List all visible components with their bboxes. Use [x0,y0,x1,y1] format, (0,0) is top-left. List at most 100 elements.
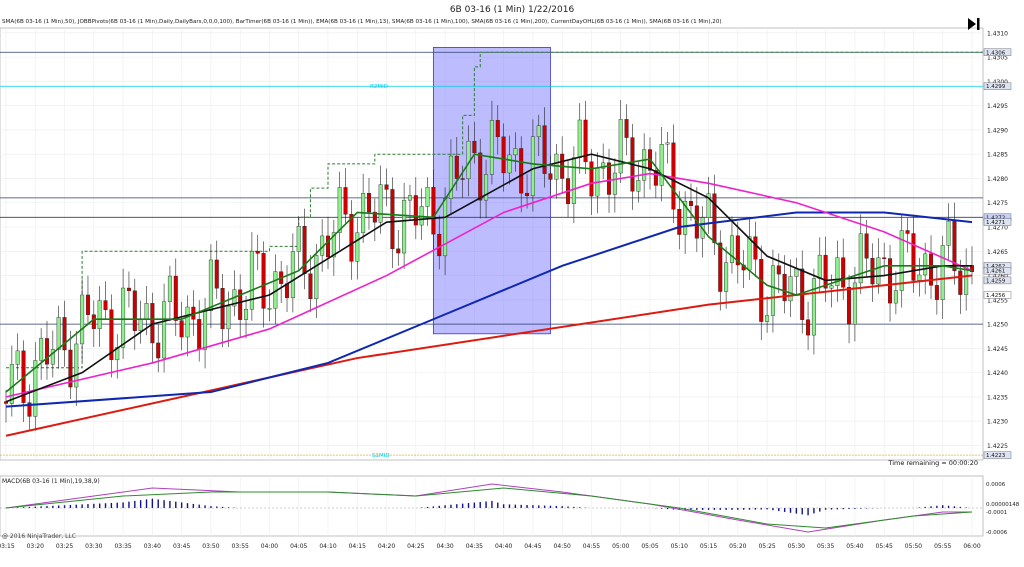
candle-up [208,259,213,311]
candle-down [589,161,594,197]
x-tick-label: 04:30 [436,543,453,550]
candle-up [817,254,822,279]
candle-up [513,148,518,156]
candle-down [197,319,202,350]
candle-down [126,287,131,291]
candle-up [138,319,143,331]
candle-up [636,180,641,192]
candle-up [39,338,44,361]
price-label-close: 1.4256 [986,293,1006,299]
candle-down [882,257,887,259]
candle-up [893,290,898,304]
candle-up [665,142,670,145]
candle-up [765,315,770,322]
y-tick-label: 1.4310 [987,30,1008,37]
candle-up [407,195,412,201]
pivot-label: R2MID [370,84,388,90]
macd-title: MACD(6B 03-16 (1 Min),19,38,9) [2,478,100,485]
candle-up [185,306,190,338]
candle-down [390,189,395,250]
candle-up [794,268,799,277]
candle-down [261,253,266,309]
price-label-ema13: 1.4261 [986,269,1005,275]
candle-up [876,257,881,285]
candle-up [121,287,126,348]
price-label-low: 1.4223 [986,453,1006,459]
x-tick-label: 03:35 [114,543,131,550]
candle-down [460,178,465,180]
price-chart[interactable]: R2MID S1MID 1.4225 1.4230 1.4235 1.4240 1.424… [0,0,1024,563]
y-tick-label: 1.4240 [987,370,1008,377]
x-tick-label: 04:00 [261,543,278,550]
candle-down [454,155,459,179]
x-tick-label: 05:05 [641,543,658,550]
candle-down [934,285,939,300]
candle-up [484,174,489,201]
candle-down [384,184,389,190]
candle-up [80,294,85,345]
macd-y-label: 0.0006 [986,482,1006,488]
candle-up [642,149,647,181]
indicator-list: SMA(6B 03-16 (1 Min),50), JOBBPivots(6B … [2,19,722,25]
candle-down [132,290,137,331]
candle-down [525,192,530,196]
price-label-pivot: 1.4299 [986,84,1006,90]
candle-down [677,208,682,235]
candle-up [659,143,664,186]
candle-down [548,173,553,180]
candle-down [220,287,225,330]
candle-up [507,154,512,174]
y-tick-label: 1.4235 [987,394,1008,401]
candle-down [870,258,875,285]
chart-window: R2MID S1MID 1.4225 1.4230 1.4235 1.4240 1.424… [0,0,1024,563]
candle-up [402,199,407,254]
candle-down [431,187,436,235]
candle-up [917,274,922,281]
candle-down [255,251,260,254]
x-tick-label: 04:15 [349,543,366,550]
x-tick-label: 04:05 [290,543,307,550]
candle-down [326,235,331,258]
x-tick-label: 05:45 [876,543,893,550]
candle-down [776,265,781,275]
candle-up [167,275,172,302]
candle-up [203,310,208,350]
macd-y-label: -0.0001 [986,510,1007,516]
candle-down [501,136,506,174]
y-tick-label: 1.4225 [987,443,1008,450]
candle-up [249,251,254,310]
pivot-label: S1MID [372,453,390,459]
x-tick-label: 03:55 [232,543,249,550]
candle-up [314,255,319,300]
x-tick-label: 06:00 [963,543,980,550]
candle-up [425,187,430,207]
candle-down [85,294,90,315]
candle-up [724,262,729,292]
candle-up [829,285,834,289]
candle-down [841,257,846,288]
y-tick-label: 1.4265 [987,249,1008,256]
candle-down [671,142,676,210]
y-tick-label: 1.4285 [987,152,1008,159]
candle-down [712,193,717,244]
candle-down [864,233,869,259]
price-label-high: 1.4306 [986,50,1006,56]
x-tick-label: 03:30 [85,543,102,550]
x-tick-label: 03:20 [27,543,44,550]
x-tick-label: 05:10 [671,543,688,550]
candle-down [688,200,693,206]
x-tick-label: 05:25 [758,543,775,550]
x-tick-label: 05:00 [612,543,629,550]
x-tick-label: 05:55 [934,543,951,550]
time-remaining-label: Time remaining = 00:00:20 [887,459,978,467]
candle-down [759,259,764,322]
candle-up [940,245,945,300]
candle-down [624,119,629,138]
candle-up [571,157,576,204]
y-tick-label: 1.4275 [987,200,1008,207]
candle-down [413,195,418,226]
x-tick-label: 05:35 [817,543,834,550]
x-tick-label: 03:45 [173,543,190,550]
macd-y-label: -0.0006 [986,530,1008,536]
candle-up [162,301,167,359]
